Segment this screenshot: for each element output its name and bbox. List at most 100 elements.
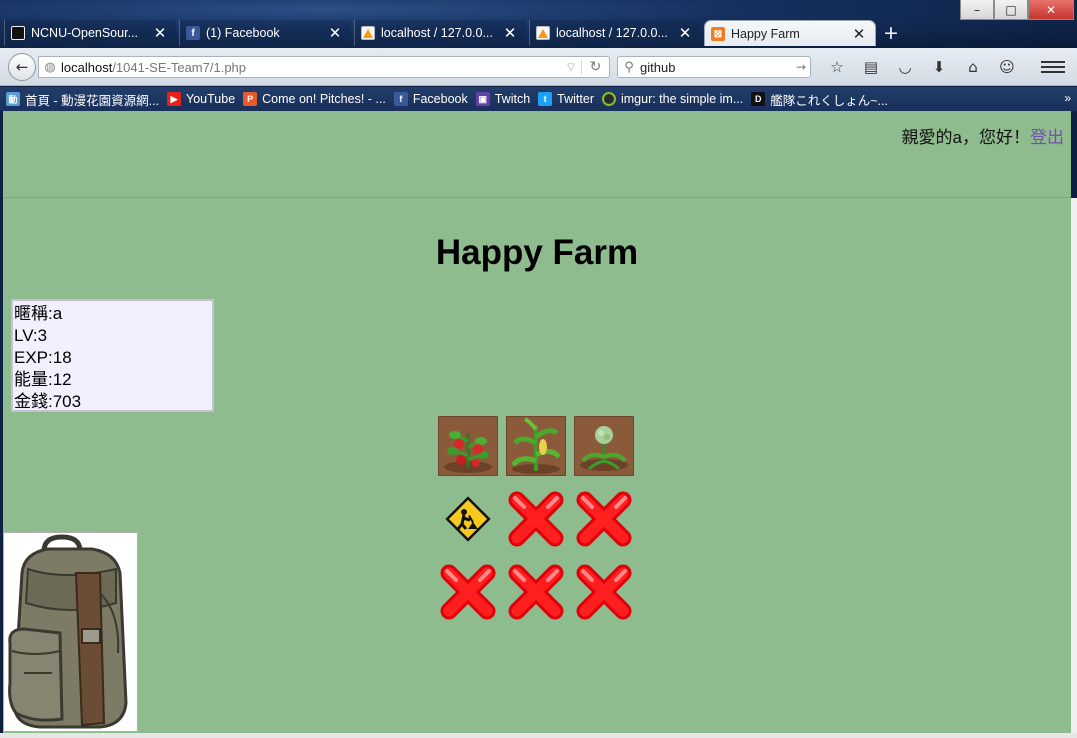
locked-x-icon xyxy=(508,564,564,620)
stat-level: LV:3 xyxy=(14,326,48,345)
bookmark-label: Twitch xyxy=(494,92,531,106)
search-input[interactable]: github xyxy=(640,60,792,75)
site-identity-icon[interactable]: ◍ xyxy=(39,57,61,77)
cabbage-plant-icon xyxy=(575,417,633,475)
farm-plot-4[interactable] xyxy=(438,489,498,549)
maximize-button[interactable]: □ xyxy=(994,0,1028,20)
backpack-button[interactable] xyxy=(3,532,138,732)
bookmark-pitches[interactable]: P Come on! Pitches! - ... xyxy=(243,92,386,106)
farm-plot-2[interactable] xyxy=(506,416,566,476)
farm-plot-1[interactable] xyxy=(438,416,498,476)
url-text[interactable]: localhost/1041-SE-Team7/1.php xyxy=(61,60,561,75)
greeting: 親愛的a，您好！登出 xyxy=(902,123,1064,148)
search-bar[interactable]: ⚲ github → xyxy=(617,56,811,78)
reload-icon[interactable]: ↻ xyxy=(581,59,609,75)
tab-phpmyadmin-1[interactable]: localhost / 127.0.0... ✕ xyxy=(354,20,526,46)
tab-strip: NCNU-OpenSour... ✕ f (1) Facebook ✕ loca… xyxy=(4,20,903,46)
tab-close-icon[interactable]: ✕ xyxy=(327,24,343,42)
toolbar-icons: ☆ ▤ ◡ ⬇ ⌂ ☺ xyxy=(820,56,1024,78)
farm-plot-6[interactable] xyxy=(574,489,634,549)
stat-money: 金錢:703 xyxy=(14,392,82,411)
corn-plant-icon xyxy=(507,417,565,475)
logout-link[interactable]: 登出 xyxy=(1030,128,1064,147)
url-history-dropdown-icon[interactable]: ▽ xyxy=(561,62,581,73)
new-tab-button[interactable]: + xyxy=(879,20,903,46)
stat-exp: EXP:18 xyxy=(14,348,72,367)
bookmarks-bar: 動 首頁 - 動漫花園資源網... ▶ YouTube P Come on! P… xyxy=(0,87,1077,111)
bookmark-youtube[interactable]: ▶ YouTube xyxy=(167,92,235,106)
bookmark-label: Come on! Pitches! - ... xyxy=(262,92,386,106)
window-bottom-edge xyxy=(0,733,1077,738)
farm-plot-8[interactable] xyxy=(506,562,566,622)
kancolle-icon: D xyxy=(751,92,766,106)
page-title: Happy Farm xyxy=(435,233,639,272)
pocket-icon[interactable]: ◡ xyxy=(888,56,922,78)
youtube-icon: ▶ xyxy=(167,92,182,106)
xampp-icon: ⊠ xyxy=(711,27,725,41)
pitches-icon: P xyxy=(243,92,258,106)
tab-title: NCNU-OpenSour... xyxy=(31,26,138,40)
twitch-icon: ▣ xyxy=(475,92,490,106)
close-window-button[interactable]: ✕ xyxy=(1028,0,1074,20)
page-scroll-edge xyxy=(1071,198,1077,738)
bookmark-star-icon[interactable]: ☆ xyxy=(820,56,854,78)
tab-phpmyadmin-2[interactable]: localhost / 127.0.0... ✕ xyxy=(529,20,701,46)
tab-close-icon[interactable]: ✕ xyxy=(502,24,518,42)
tab-close-icon[interactable]: ✕ xyxy=(851,25,867,43)
anime-icon: 動 xyxy=(6,92,20,106)
search-go-icon[interactable]: → xyxy=(792,60,810,74)
hamburger-menu-icon[interactable] xyxy=(1041,56,1065,78)
tab-title: localhost / 127.0.0... xyxy=(556,26,668,40)
imgur-icon xyxy=(601,92,616,106)
bookmark-facebook[interactable]: f Facebook xyxy=(393,92,468,106)
farm-grid xyxy=(438,416,638,622)
bookmarks-overflow-icon[interactable]: » xyxy=(1064,91,1071,105)
backpack-icon xyxy=(8,534,128,729)
facebook-icon: f xyxy=(186,26,200,40)
home-icon[interactable]: ⌂ xyxy=(956,56,990,78)
download-icon[interactable]: ⬇ xyxy=(922,56,956,78)
bookmark-label: Twitter xyxy=(557,92,594,106)
back-button[interactable]: ← xyxy=(8,53,36,81)
tab-close-icon[interactable]: ✕ xyxy=(152,24,168,42)
tab-title: localhost / 127.0.0... xyxy=(381,26,493,40)
page-content: 親愛的a，您好！登出 Happy Farm 暱稱:a LV:3 EXP:18 能… xyxy=(3,111,1071,733)
window-titlebar: – □ ✕ NCNU-OpenSour... ✕ f (1) Facebook … xyxy=(0,0,1077,48)
url-bar[interactable]: ◍ localhost/1041-SE-Team7/1.php ▽ ↻ xyxy=(38,56,610,78)
stat-nickname: 暱稱:a xyxy=(14,304,63,323)
farm-plot-7[interactable] xyxy=(438,562,498,622)
tab-facebook[interactable]: f (1) Facebook ✕ xyxy=(179,20,351,46)
locked-x-icon xyxy=(576,491,632,547)
greeting-text: 親愛的a，您好！ xyxy=(901,128,1030,147)
bookmark-imgur[interactable]: imgur: the simple im... xyxy=(601,92,743,106)
bookmark-twitter[interactable]: t Twitter xyxy=(538,92,594,106)
farm-plot-3[interactable] xyxy=(574,416,634,476)
locked-x-icon xyxy=(576,564,632,620)
tab-title: Happy Farm xyxy=(731,26,800,41)
facebook-icon: f xyxy=(393,92,408,106)
chat-icon[interactable]: ☺ xyxy=(990,56,1024,78)
tab-happy-farm[interactable]: ⊠ Happy Farm ✕ xyxy=(704,20,876,46)
player-stats-box: 暱稱:a LV:3 EXP:18 能量:12 金錢:703 xyxy=(11,299,214,412)
reading-list-icon[interactable]: ▤ xyxy=(854,56,888,78)
tab-close-icon[interactable]: ✕ xyxy=(677,24,693,42)
farm-plot-5[interactable] xyxy=(506,489,566,549)
window-controls: – □ ✕ xyxy=(960,0,1074,20)
bookmark-kancolle[interactable]: D 艦隊これくしょん~... xyxy=(751,90,888,109)
github-icon xyxy=(11,26,25,40)
phpmyadmin-icon xyxy=(361,26,375,40)
bookmark-label: YouTube xyxy=(186,92,236,106)
bookmark-anime[interactable]: 動 首頁 - 動漫花園資源網... xyxy=(6,90,159,109)
phpmyadmin-icon xyxy=(536,26,550,40)
tab-ncnu-opensource[interactable]: NCNU-OpenSour... ✕ xyxy=(4,20,176,46)
header-frame: 親愛的a，您好！登出 xyxy=(3,111,1071,198)
farm-plot-9[interactable] xyxy=(574,562,634,622)
bookmark-label: 首頁 - 動漫花園資源網... xyxy=(25,93,160,108)
navigation-toolbar: ← ◍ localhost/1041-SE-Team7/1.php ▽ ↻ ⚲ … xyxy=(0,48,1077,86)
minimize-button[interactable]: – xyxy=(960,0,994,20)
search-icon: ⚲ xyxy=(624,59,634,75)
tomato-plant-icon xyxy=(439,417,497,475)
bookmark-twitch[interactable]: ▣ Twitch xyxy=(475,92,531,106)
bookmark-label: Facebook xyxy=(412,92,468,106)
locked-x-icon xyxy=(508,491,564,547)
